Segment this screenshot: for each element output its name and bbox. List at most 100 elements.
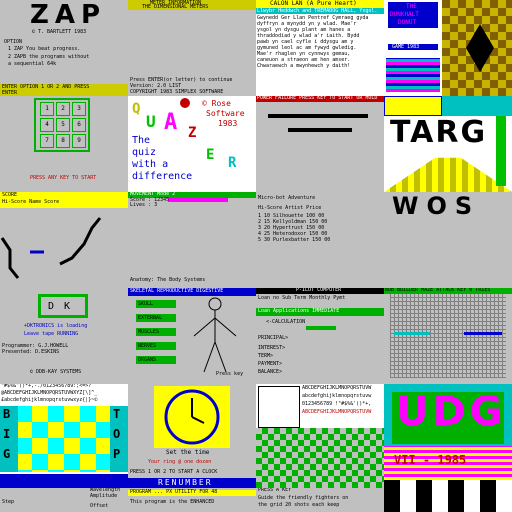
tile-anatomy-blank <box>128 208 256 276</box>
calon-subtitle: Llwybr Heddwch and TREMADOG HALL, Ysgol. <box>257 8 378 14</box>
tile-table[interactable]: Micro-bot Adventure Hi-Score Artist Pric… <box>256 192 384 288</box>
charset-big-g: G <box>3 447 11 461</box>
grid9-cell[interactable]: 9 <box>72 134 86 148</box>
fighters-header: PRESS A KEY <box>258 488 292 493</box>
zap-title: ZAP <box>30 0 107 30</box>
charset-top-o: O <box>113 427 121 441</box>
grid9-cell[interactable]: 3 <box>72 102 86 116</box>
calon-title: CALON LAN (A Pure Heart) <box>270 0 357 7</box>
form-field-3: TERM> <box>258 353 274 359</box>
hiscore-cols: Hi-Score Name Score <box>2 199 60 205</box>
grid9-cell[interactable]: 8 <box>56 134 70 148</box>
hiscore-header: SCORE <box>2 192 18 198</box>
dk-footer: © DDB-KAY SYSTEMS <box>30 369 82 375</box>
screenshot-grid: ZAP © T. BARTLETT 1983 OPTION 1 ZAP You … <box>0 0 512 512</box>
maze-bar-label: BOB BUILDER MAZE ATTACK KEY 0 TRIES <box>385 288 491 293</box>
dk-msg: +DKTRONICS is loading <box>24 323 88 329</box>
targ-pillar-right <box>496 116 506 186</box>
targ-top-strip <box>384 96 442 116</box>
renumber-title: RENUMBER <box>158 478 213 487</box>
tile-dunkhalt[interactable]: THE DUNKHALT DONUT GAME 1983 <box>384 0 512 96</box>
anatomy-buttons: SKULL EXTERNAL MUSCLES NERVES ORGANS <box>136 300 176 380</box>
udg-big: UDG <box>396 389 507 435</box>
grid9-cells: 123 456 789 <box>40 102 86 148</box>
form-field-2: INTEREST> <box>258 345 286 351</box>
dunk-label-4: GAME 1983 <box>392 44 420 50</box>
tile-chars2[interactable]: ABCDEFGHIJKLMNOPQRSTUVW abcdefghijklmnop… <box>256 384 384 488</box>
anatomy-button-organs[interactable]: ORGANS <box>136 356 176 364</box>
tile-calon[interactable]: CALON LAN (A Pure Heart) Llwybr Heddwch … <box>256 0 384 96</box>
charset-board <box>0 406 128 472</box>
tile-graph[interactable]: Wavelength Amplitude Step Offset <box>0 488 128 512</box>
grid9-cell[interactable]: 1 <box>40 102 54 116</box>
tile-maze[interactable]: BOB BUILDER MAZE ATTACK KEY 0 TRIES <box>384 288 512 384</box>
dk-snake-icon <box>0 217 102 279</box>
anatomy-button-external[interactable]: EXTERNAL <box>136 314 176 322</box>
meter-subtitle: THE DIMENSIONAL METERS <box>142 4 209 10</box>
form-field-4: PAYMENT> <box>258 361 283 367</box>
form-field-5: BALANCE> <box>258 369 283 375</box>
form-highlight <box>306 326 336 330</box>
tile-fighters[interactable]: PRESS A KEY Guide the friendly fighters … <box>256 488 384 512</box>
tile-wos[interactable]: WOS <box>384 192 512 288</box>
anatomy-button-skull[interactable]: SKULL <box>136 300 176 308</box>
tile-grid9[interactable]: 123 456 789 PRESS ANY KEY TO START <box>0 96 128 192</box>
quazer-letter-z: Z <box>188 125 197 141</box>
fighters-line-2: the grid 20 shots each keep <box>258 502 340 508</box>
fighters-line-1: Guide the friendly fighters on <box>258 495 349 501</box>
anatomy-button-nerves[interactable]: NERVES <box>136 342 176 350</box>
chars2-grid <box>256 428 384 488</box>
table-cols: Hi-Score Artist Price <box>258 205 322 211</box>
quazer-tagline-4: difference <box>132 171 193 182</box>
zap-option-1: 1 ZAP You beat progress. <box>8 46 81 52</box>
tile-hiscore[interactable]: SCORE Hi-Score Name Score <box>0 192 128 208</box>
anatomy-foot: Press key <box>216 371 244 377</box>
grid9-cell[interactable]: 6 <box>72 118 86 132</box>
table-title: Micro-bot Adventure <box>258 195 316 201</box>
chars2-line-3: 0123456789 !"#$%&'()*+, <box>302 401 372 407</box>
charset-footer <box>0 474 128 488</box>
graph-label-2: Amplitude <box>90 493 118 499</box>
tile-targ[interactable]: TARG <box>384 96 512 192</box>
tile-dk[interactable]: DK +DKTRONICS is loading Leave tape RUNN… <box>0 208 128 384</box>
charset-line-1: "#$%&'()*+,-./0123456789:;<=>? <box>1 384 92 389</box>
tile-udg[interactable]: UDG VII - 1985 <box>384 384 512 480</box>
dunk-label-3: DONUT <box>398 19 417 26</box>
tile-anatomy[interactable]: Anatomy: The Body Systems SKELETAL REPRO… <box>128 276 256 384</box>
menu-magenta <box>168 198 228 202</box>
zap-option-2: 2 ZAPB the programs without <box>8 54 90 60</box>
quazer-letter-e: E <box>206 147 215 163</box>
quazer-company: Software <box>206 109 245 118</box>
grid9-cell[interactable]: 5 <box>56 118 70 132</box>
charset-big-b: B <box>3 407 11 421</box>
chars2-line-2: abcdefghijklmnopqrstuvw <box>302 393 372 399</box>
tile-bars[interactable]: POWER FAILURE PRESS KEY TO START OR HOLD <box>256 96 384 192</box>
tile-meter[interactable]: METER INFORMATION THE DIMENSIONAL METERS… <box>128 0 256 96</box>
tile-form[interactable]: P-ILOT COMPUTER Loan no Sub Term Monthly… <box>256 288 384 384</box>
anatomy-top: Anatomy: The Body Systems <box>130 277 206 283</box>
bars-header: POWER FAILURE PRESS KEY TO START OR HOLD <box>257 96 378 101</box>
meter-line-3: COPYRIGHT 1983 SIMPLEX SOFTWARE <box>130 89 224 95</box>
dk-sub: Leave tape RUNNING <box>24 331 79 337</box>
tile-clock[interactable]: Set the time Your ring @ one dozen PRESS… <box>128 384 256 488</box>
charset-line-2: @ABCDEFGHIJKLMNOPQRSTUVWXYZ[\]^_ <box>1 390 98 396</box>
tile-zap[interactable]: ZAP © T. BARTLETT 1983 OPTION 1 ZAP You … <box>0 0 128 96</box>
targ-right-top <box>442 96 512 116</box>
dk-credit-2: Presented: D.ESKINS <box>2 349 60 355</box>
quazer-letter-r: R <box>228 155 237 171</box>
grid9-cell[interactable]: 4 <box>40 118 54 132</box>
grid9-cell[interactable]: 7 <box>40 134 54 148</box>
graph-label-3: Step <box>2 499 15 505</box>
tile-renumber[interactable]: RENUMBER PROGRAM ... PX UTILITY FOR 48 T… <box>128 476 256 512</box>
dk-letters: DK <box>48 301 81 312</box>
table-row[interactable]: 5 30 Purlexbatter 150 00 <box>258 238 330 243</box>
renumber-sub: PROGRAM ... PX UTILITY FOR 48 <box>130 489 218 495</box>
grid9-cell[interactable]: 2 <box>56 102 70 116</box>
quazer-year: 1983 <box>218 119 238 128</box>
tile-charset[interactable]: "#$%&'()*+,-./0123456789:;<=>? @ABCDEFGH… <box>0 384 128 488</box>
maze-line-2 <box>464 332 502 335</box>
tile-quazer[interactable]: © Rose Software 1983 Q U A Z E R The qui… <box>128 96 256 192</box>
anatomy-button-muscles[interactable]: MUSCLES <box>136 328 176 336</box>
clock-caption: Set the time <box>166 449 210 456</box>
tile-menu[interactable]: MOVEMENT Mode 2 Score : 12345 Lives : 3 <box>128 192 256 208</box>
